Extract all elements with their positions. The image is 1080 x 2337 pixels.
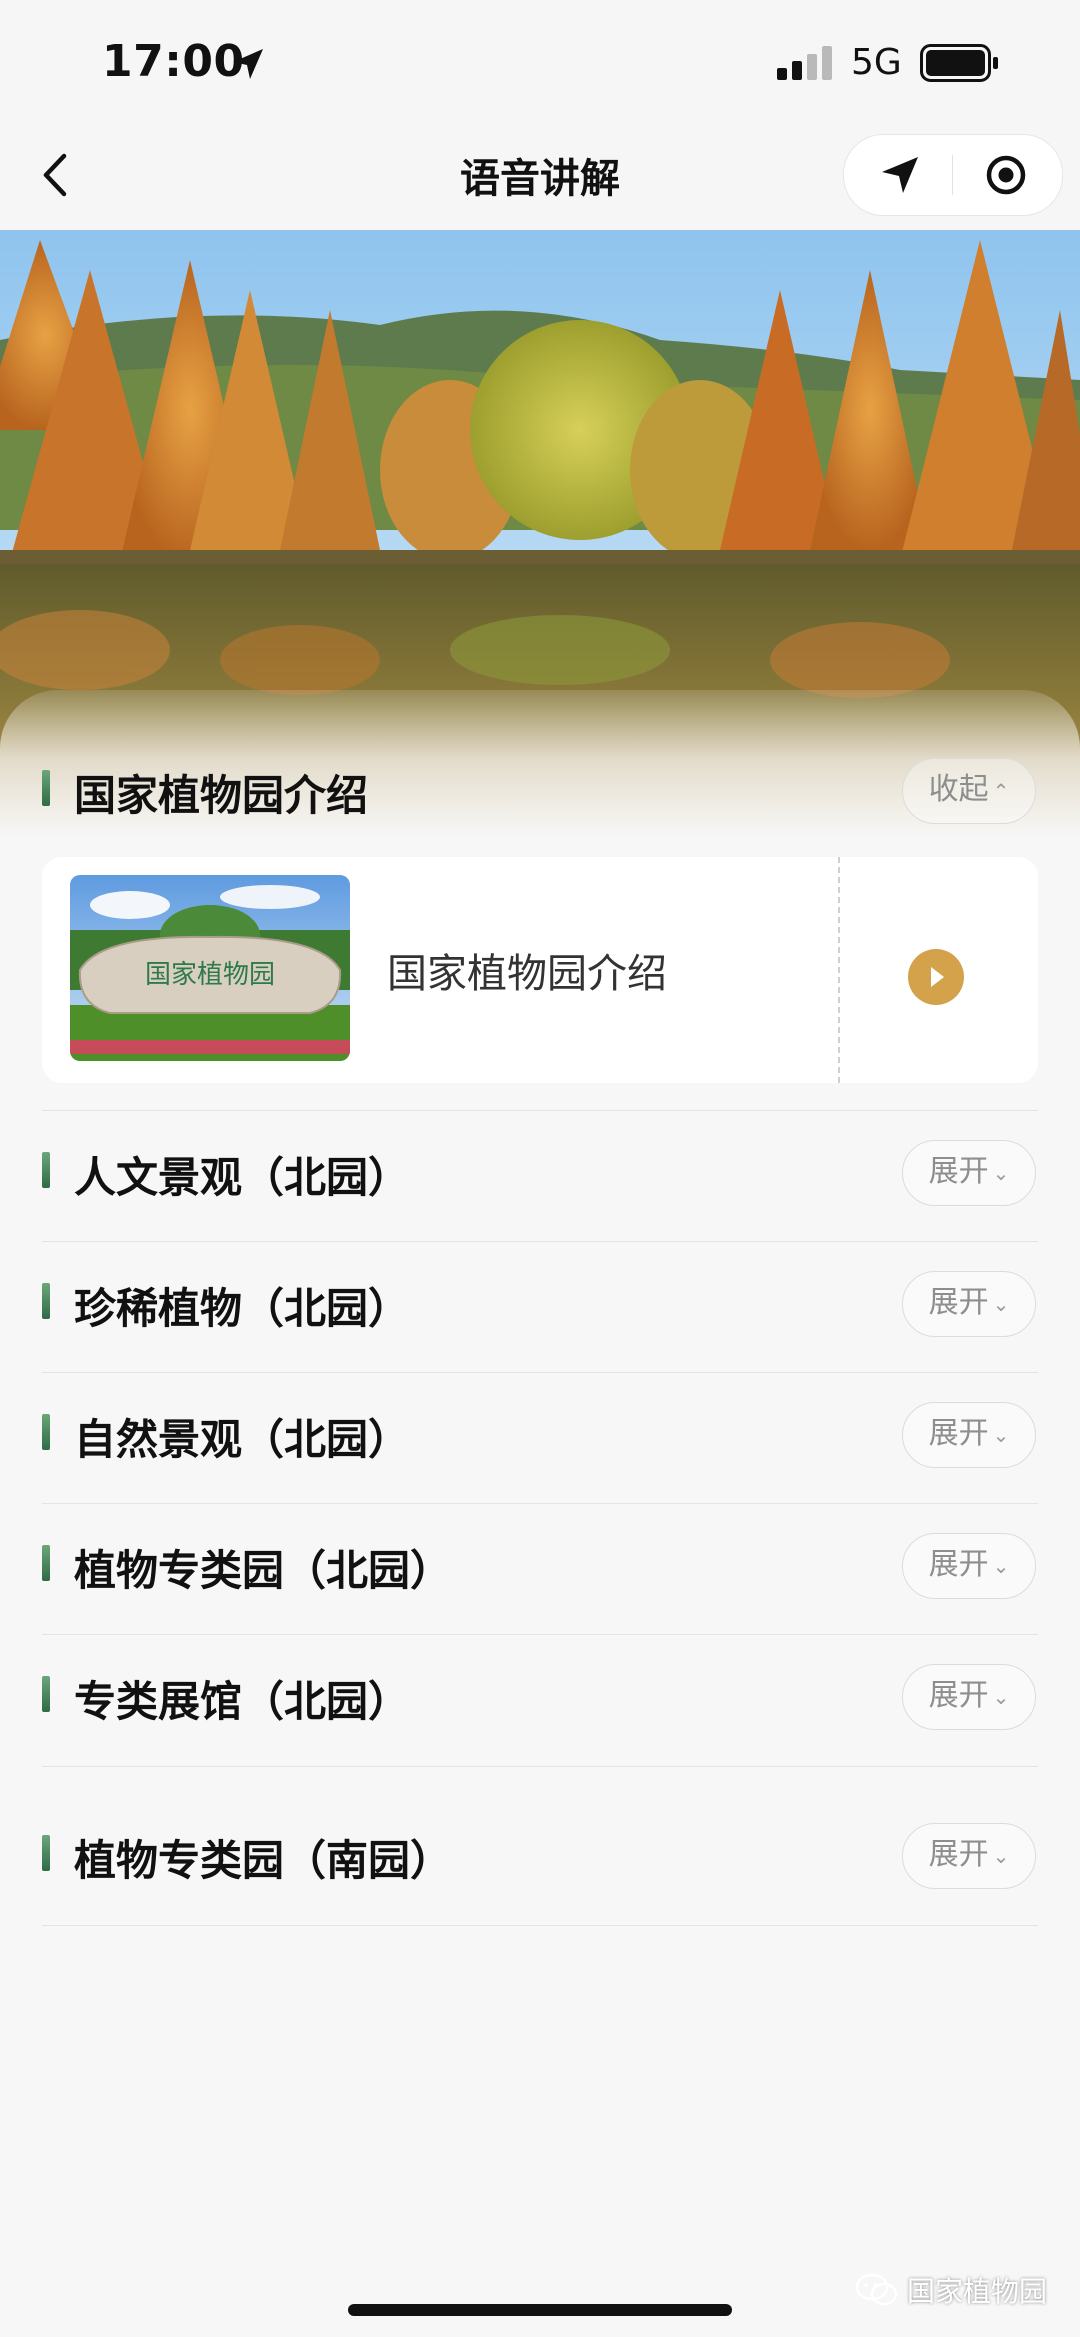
status-time: 17:00 [102, 36, 245, 87]
row-separator [42, 1503, 1038, 1504]
section-header-rare-plants-north[interactable]: 珍稀植物（北园） 展开 ⌄ [0, 1261, 1080, 1351]
audio-item-title: 国家植物园介绍 [387, 951, 667, 997]
collapse-label: 收起 [928, 772, 989, 807]
collapse-button[interactable]: 收起 ⌃ [902, 758, 1036, 824]
section-header-cultural-north[interactable]: 人文景观（北园） 展开 ⌄ [0, 1130, 1080, 1220]
section-accent-bar [42, 1545, 50, 1581]
battery-icon [920, 44, 998, 82]
capsule-divider [952, 155, 953, 195]
network-type: 5G [851, 42, 902, 83]
section-title: 植物专类园（南园） [74, 1836, 453, 1885]
chevron-down-icon: ⌄ [992, 1843, 1010, 1868]
section-title: 珍稀植物（北园） [74, 1284, 411, 1333]
section-header-specialty-gardens-north[interactable]: 植物专类园（北园） 展开 ⌄ [0, 1523, 1080, 1613]
navigation-arrow-icon[interactable] [878, 153, 922, 197]
expand-label: 展开 [928, 1416, 989, 1451]
section-accent-bar [42, 1835, 50, 1871]
expand-button[interactable]: 展开 ⌄ [902, 1402, 1036, 1468]
target-icon[interactable] [984, 153, 1028, 197]
expand-label: 展开 [928, 1547, 989, 1582]
intro-thumbnail: 国家植物园 [70, 875, 350, 1061]
section-header-specialty-gardens-south[interactable]: 植物专类园（南园） 展开 ⌄ [0, 1813, 1080, 1903]
expand-label: 展开 [928, 1154, 989, 1189]
section-accent-bar [42, 770, 50, 806]
expand-button[interactable]: 展开 ⌄ [902, 1271, 1036, 1337]
mini-program-capsule [843, 134, 1063, 216]
expand-label: 展开 [928, 1678, 989, 1713]
chevron-down-icon: ⌄ [992, 1291, 1010, 1316]
play-button[interactable] [908, 949, 964, 1005]
section-header-exhibition-halls-north[interactable]: 专类展馆（北园） 展开 ⌄ [0, 1654, 1080, 1744]
location-services-icon [233, 49, 263, 79]
stone-inscription: 国家植物园 [145, 960, 275, 990]
row-separator [42, 1241, 1038, 1242]
home-indicator[interactable] [348, 2304, 732, 2316]
chevron-down-icon: ⌄ [992, 1684, 1010, 1709]
section-header-natural-north[interactable]: 自然景观（北园） 展开 ⌄ [0, 1392, 1080, 1482]
section-title: 专类展馆（北园） [74, 1677, 411, 1726]
audio-guide-card[interactable]: 国家植物园 国家植物园介绍 [42, 857, 1038, 1083]
section-accent-bar [42, 1676, 50, 1712]
row-separator [42, 1372, 1038, 1373]
row-separator [42, 1925, 1038, 1926]
chevron-down-icon: ⌄ [992, 1422, 1010, 1447]
expand-button[interactable]: 展开 ⌄ [902, 1823, 1036, 1889]
row-separator [42, 1766, 1038, 1767]
section-accent-bar [42, 1414, 50, 1450]
section-title: 人文景观（北园） [74, 1153, 411, 1202]
chevron-down-icon: ⌄ [992, 1160, 1010, 1185]
expand-label: 展开 [928, 1285, 989, 1320]
chevron-down-icon: ⌄ [992, 1553, 1010, 1578]
wechat-watermark: 国家植物园 [855, 2268, 1047, 2312]
section-accent-bar [42, 1283, 50, 1319]
row-separator [42, 1110, 1038, 1111]
cellular-signal-icon [777, 46, 832, 80]
play-icon [931, 967, 944, 987]
section-header-intro[interactable]: 国家植物园介绍 收起 ⌃ [0, 748, 1080, 838]
nav-bar: 语音讲解 [0, 120, 1080, 230]
card-dashed-divider [838, 857, 840, 1083]
row-separator [42, 1634, 1038, 1635]
section-title: 植物专类园（北园） [74, 1546, 453, 1595]
expand-button[interactable]: 展开 ⌄ [902, 1140, 1036, 1206]
expand-button[interactable]: 展开 ⌄ [902, 1664, 1036, 1730]
wechat-icon [855, 2273, 898, 2306]
expand-label: 展开 [928, 1837, 989, 1872]
chevron-up-icon: ⌃ [992, 778, 1010, 803]
section-title: 自然景观（北园） [74, 1415, 411, 1464]
section-accent-bar [42, 1152, 50, 1188]
watermark-text: 国家植物园 [907, 2275, 1048, 2308]
status-bar: 17:00 5G [0, 0, 1080, 120]
expand-button[interactable]: 展开 ⌄ [902, 1533, 1036, 1599]
section-title: 国家植物园介绍 [74, 771, 369, 820]
